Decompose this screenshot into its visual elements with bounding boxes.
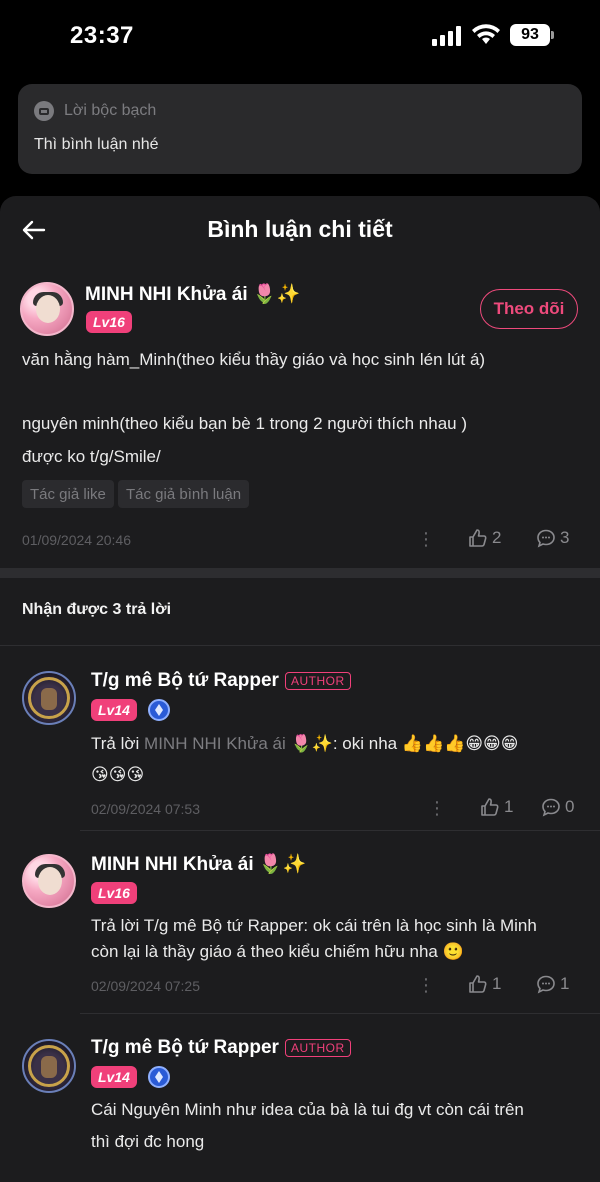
comment-date: 01/09/2024 20:46 [22, 532, 131, 548]
battery-tip [551, 31, 554, 39]
avatar[interactable] [22, 671, 76, 725]
more-vertical-icon[interactable]: ⋮ [417, 976, 435, 994]
confession-text: Thì bình luận nhé [34, 136, 159, 153]
page-title: Bình luận chi tiết [207, 216, 393, 242]
reply-author-name[interactable]: MINH NHI Khửa ái 🌷✨ [91, 852, 306, 876]
reply-text: : oki nha 👍👍👍😁😁😁 [332, 734, 519, 753]
replies-header: Nhận được 3 trả lời [22, 601, 172, 618]
comment-author-name[interactable]: MINH NHI Khửa ái 🌷✨ [85, 282, 300, 306]
level-badge: Lv16 [91, 882, 137, 904]
comment-bubble-icon [537, 975, 555, 994]
more-vertical-icon[interactable]: ⋮ [417, 530, 435, 548]
divider-line [0, 645, 600, 646]
confession-card[interactable]: Lời bộc bạch Thì bình luận nhé [18, 84, 582, 174]
author-badge: AUTHOR [285, 672, 351, 690]
level-badge: Lv14 [91, 699, 137, 721]
author-commented-tag: Tác giả bình luận [118, 480, 250, 508]
divider-line [80, 830, 600, 831]
avatar[interactable] [22, 854, 76, 908]
comment-bubble-icon [542, 798, 560, 817]
reply-prefix: Trả lời [91, 734, 145, 753]
like-count: 2 [492, 528, 502, 547]
reply-text-line-1: Cái Nguyên Minh như idea của bà là tui đ… [91, 1100, 524, 1119]
confession-label: Lời bộc bạch [64, 102, 157, 119]
divider-line [80, 1013, 600, 1014]
reply-text-line-2: còn lại là thầy giáo á theo kiểu chiếm h… [91, 942, 464, 961]
reply-button[interactable]: 3 [536, 528, 569, 548]
thumbs-up-icon [469, 529, 487, 547]
comment-line-1: văn hằng hàm_Minh(theo kiểu thầy giáo và… [22, 350, 486, 369]
thumbs-up-icon [469, 975, 487, 993]
comment-bubble-icon [537, 529, 555, 548]
comment-line-2: nguyên minh(theo kiểu bạn bè 1 trong 2 n… [22, 414, 467, 433]
status-bar: 23:37 93 [0, 0, 600, 72]
level-badge: Lv16 [86, 311, 132, 333]
comment-line-3: được ko t/g/Smile/ [22, 447, 161, 466]
reply-text-line-2: 😘😘😘 [91, 765, 145, 784]
comment-count: 1 [560, 974, 570, 993]
confession-header: Lời bộc bạch [34, 101, 156, 121]
reply-date: 02/09/2024 07:25 [91, 978, 200, 994]
verified-icon [148, 1066, 170, 1088]
avatar[interactable] [22, 1039, 76, 1093]
reply-text-line-1: Trả lời MINH NHI Khửa ái 🌷✨: oki nha 👍👍👍… [91, 728, 519, 760]
follow-button[interactable]: Theo dõi [480, 289, 578, 329]
signal-icon [432, 26, 461, 46]
reply-button[interactable]: 1 [536, 974, 569, 994]
comment-count: 0 [565, 797, 575, 816]
verified-icon [148, 699, 170, 721]
like-count: 1 [492, 974, 502, 993]
author-badge: AUTHOR [285, 1039, 351, 1057]
like-button[interactable]: 1 [480, 797, 513, 817]
reply-author-name[interactable]: T/g mê Bộ tứ Rapper [91, 1037, 279, 1059]
section-divider [0, 568, 600, 578]
avatar[interactable] [20, 282, 74, 336]
message-icon [34, 101, 54, 121]
level-badge: Lv14 [91, 1066, 137, 1088]
status-time: 23:37 [70, 22, 134, 49]
like-button[interactable]: 1 [468, 974, 501, 994]
like-count: 1 [504, 797, 514, 816]
reply-text-line-2: thì đợi đc hong [91, 1132, 205, 1151]
top-bar: Bình luận chi tiết [0, 196, 600, 262]
more-vertical-icon[interactable]: ⋮ [428, 799, 446, 817]
thumbs-up-icon [481, 798, 499, 816]
reply-date: 02/09/2024 07:53 [91, 801, 200, 817]
reply-mention[interactable]: MINH NHI Khửa ái 🌷✨ [144, 734, 333, 753]
author-liked-tag: Tác giả like [22, 480, 114, 508]
like-button[interactable]: 2 [468, 528, 501, 548]
reply-author-name[interactable]: T/g mê Bộ tứ Rapper [91, 670, 279, 692]
reply-button[interactable]: 0 [541, 797, 574, 817]
battery-indicator: 93 [510, 24, 550, 46]
comment-detail-sheet: Bình luận chi tiết MINH NHI Khửa ái 🌷✨ L… [0, 196, 600, 1182]
wifi-icon [472, 24, 500, 44]
comment-count: 3 [560, 528, 570, 547]
